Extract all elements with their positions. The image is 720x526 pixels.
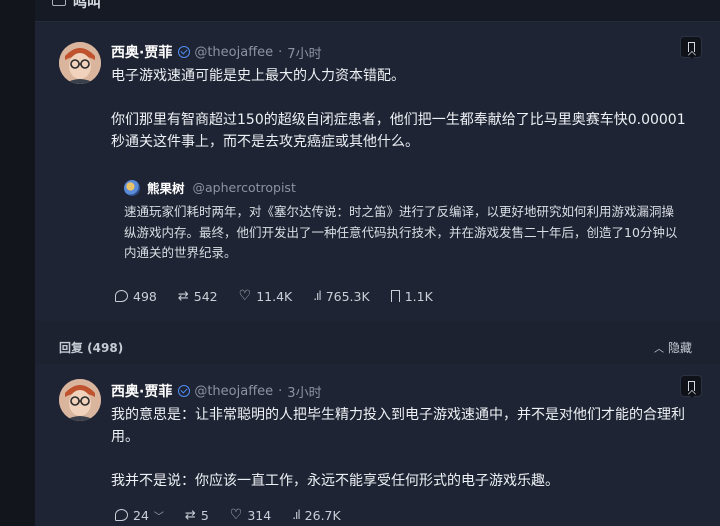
- post-text-1: 我的意思是：让非常聪明的人把毕生精力投入到电子游戏速通中，并不是对他们才能的合理…: [111, 407, 685, 445]
- view-count: 26.7K: [304, 507, 341, 523]
- bookmark-icon: [688, 42, 695, 52]
- like-button[interactable]: ♡ 11.4K: [239, 288, 293, 304]
- verified-icon: [178, 385, 191, 397]
- quote-author-name: 熊果树: [147, 181, 185, 196]
- retweet-button[interactable]: ⇄ 5: [185, 508, 209, 523]
- verified-icon: [178, 46, 191, 58]
- views-button[interactable]: .ıl 765.3K: [313, 289, 369, 304]
- like-button[interactable]: ♡ 314: [230, 507, 271, 523]
- reply-count: 498: [133, 288, 157, 304]
- like-icon: ♡: [238, 288, 252, 304]
- quote-header: 熊果树 @aphercotropist: [124, 178, 296, 197]
- retweet-count: 5: [200, 507, 209, 523]
- quote-text: 速通玩家们耗时两年，对《塞尔达传说：时之笛》进行了反编译，以更好地研究如何利用游…: [124, 204, 678, 260]
- replies-header: 回复 (498) ︿ 隐藏: [35, 322, 720, 364]
- hide-label: 隐藏: [667, 341, 692, 355]
- like-count: 11.4K: [256, 288, 293, 304]
- views-icon: .ıl: [313, 289, 322, 303]
- retweet-icon: ⇄: [177, 288, 189, 304]
- bookmark-icon: [390, 290, 400, 302]
- quote-author-handle: @aphercotropist: [192, 180, 296, 195]
- reply-button[interactable]: 498: [115, 289, 157, 304]
- post-time[interactable]: 7小时: [287, 43, 321, 62]
- bookmark-count: 1.1K: [404, 288, 433, 304]
- separator: ·: [278, 44, 283, 60]
- bookmark-icon: [688, 381, 695, 391]
- top-strip: 鸣叫: [35, 0, 720, 22]
- retweet-count: 542: [193, 288, 218, 304]
- top-label: 鸣叫: [73, 0, 101, 11]
- chevron-up-icon: ︿: [653, 344, 664, 355]
- chat-icon: [52, 0, 66, 6]
- replies-title: 回复 (498): [59, 341, 124, 355]
- author-handle[interactable]: @theojaffee: [194, 45, 273, 60]
- view-count: 765.3K: [325, 288, 370, 304]
- views-button[interactable]: .ıl 26.7K: [292, 508, 341, 523]
- avatar[interactable]: [59, 42, 101, 84]
- main-post[interactable]: 西奥·贾菲 @theojaffee · 7小时 电子游戏速通可能是史上最大的人力…: [35, 23, 720, 321]
- quote-avatar: [124, 179, 140, 196]
- bookmark-count-button[interactable]: 1.1K: [390, 288, 433, 304]
- left-gutter: [0, 0, 35, 526]
- bookmark-button[interactable]: [680, 375, 702, 397]
- reply-post[interactable]: 西奥·贾菲 @theojaffee · 3小时 我的意思是：让非常聪明的人把毕生…: [35, 364, 720, 526]
- post-time[interactable]: 3小时: [287, 382, 321, 401]
- retweet-button[interactable]: ⇄ 542: [178, 289, 218, 304]
- reply-count: 24: [133, 507, 149, 523]
- reply-button[interactable]: 24 ﹀: [115, 508, 164, 523]
- author-name[interactable]: 西奥·贾菲: [111, 381, 172, 401]
- quoted-post[interactable]: 熊果树 @aphercotropist 速通玩家们耗时两年，对《塞尔达传说：时之…: [111, 166, 693, 264]
- bookmark-button[interactable]: [680, 36, 702, 58]
- post-header: 西奥·贾菲 @theojaffee · 3小时: [111, 381, 322, 401]
- reply-icon: [115, 290, 128, 302]
- chevron-down-icon[interactable]: ﹀: [154, 508, 164, 523]
- post-stats: 498 ⇄ 542 ♡ 11.4K .ıl 765.3K 1.1K: [115, 288, 454, 304]
- author-handle[interactable]: @theojaffee: [194, 384, 273, 399]
- avatar[interactable]: [59, 379, 101, 421]
- post-header: 西奥·贾菲 @theojaffee · 7小时: [111, 42, 322, 62]
- like-count: 314: [247, 507, 272, 523]
- views-icon: .ıl: [292, 508, 301, 522]
- separator: ·: [278, 383, 283, 399]
- author-name[interactable]: 西奥·贾菲: [111, 42, 172, 62]
- post-stats: 24 ﹀ ⇄ 5 ♡ 314 .ıl 26.7K: [115, 507, 362, 523]
- retweet-icon: ⇄: [184, 507, 196, 523]
- post-text-2: 我并不是说：你应该一直工作，永远不能享受任何形式的电子游戏乐趣。: [111, 473, 559, 489]
- post-text-2: 你们那里有智商超过150的超级自闭症患者，他们把一生都奉献给了比马里奥赛车快0.…: [111, 112, 686, 150]
- hide-replies-button[interactable]: ︿ 隐藏: [654, 339, 692, 356]
- reply-icon: [115, 509, 128, 521]
- post-text-1: 电子游戏速通可能是史上最大的人力资本错配。: [111, 68, 405, 84]
- like-icon: ♡: [229, 507, 243, 523]
